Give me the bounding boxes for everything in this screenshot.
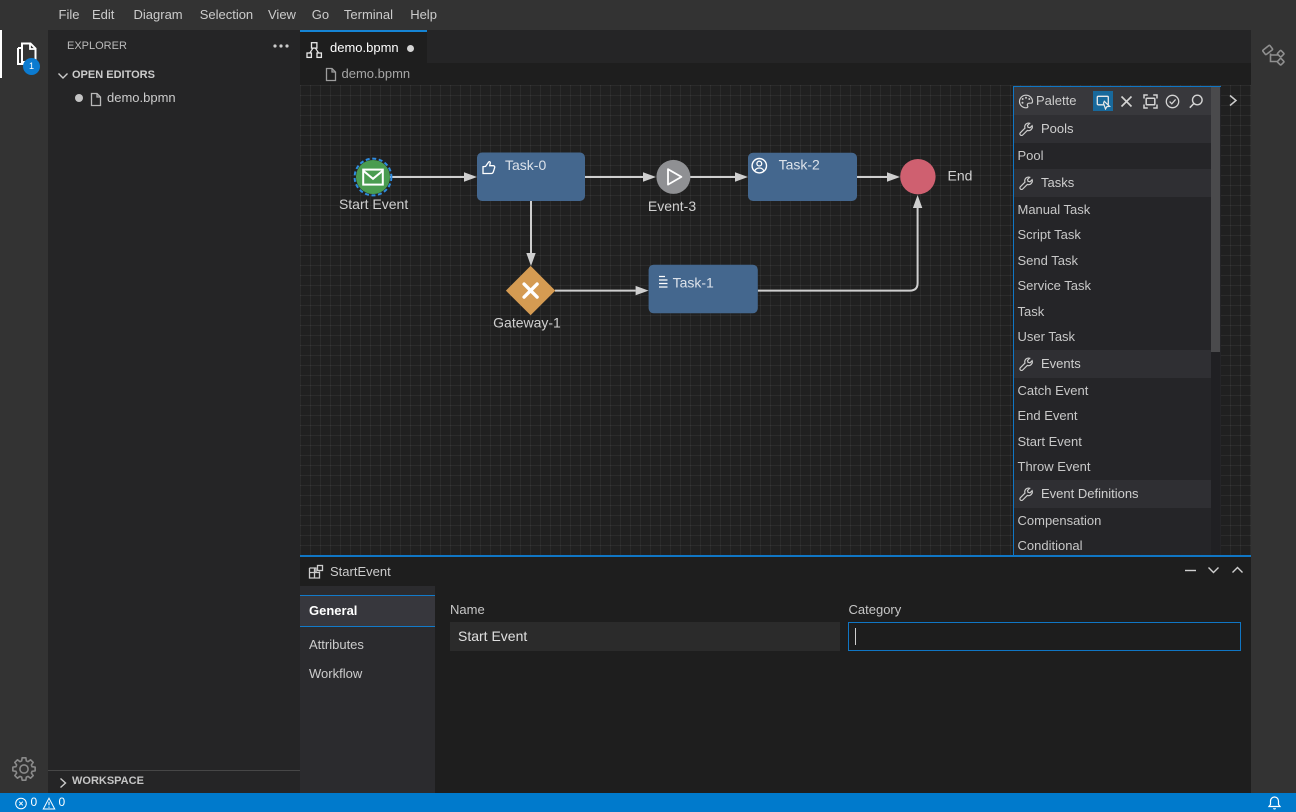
svg-text:Event-3: Event-3 xyxy=(648,198,696,214)
svg-text:Task-2: Task-2 xyxy=(779,157,820,173)
svg-text:Task-1: Task-1 xyxy=(673,274,714,290)
svg-text:Start Event: Start Event xyxy=(339,196,408,212)
svg-text:Gateway-1: Gateway-1 xyxy=(493,315,561,331)
svg-text:End: End xyxy=(948,167,973,183)
svg-text:Task-0: Task-0 xyxy=(505,157,546,173)
